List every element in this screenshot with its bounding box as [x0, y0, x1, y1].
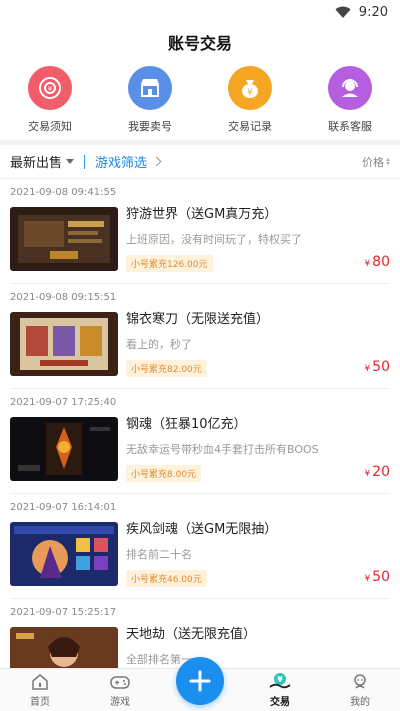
quick-action-label: 交易记录: [228, 120, 272, 133]
listing-item[interactable]: 2021-09-07 16:14:01 疾风剑魂（送GM无限抽） 排名前二十名 …: [10, 494, 390, 599]
quick-action-label: 联系客服: [328, 120, 372, 133]
listing-title: 狩游世界（送GM真万充）: [126, 207, 278, 222]
quick-action-sell[interactable]: 我要卖号: [105, 66, 195, 134]
gamepad-icon: [110, 676, 130, 689]
listing-title: 钢魂（狂暴10亿充）: [126, 417, 247, 432]
money-bag-icon: ¥: [228, 66, 272, 110]
sort-latest-dropdown[interactable]: 最新出售: [10, 152, 75, 171]
listing-date: 2021-09-08 09:15:51: [10, 292, 117, 303]
listing-thumbnail: [10, 417, 118, 481]
listing-date: 2021-09-08 09:41:55: [10, 187, 117, 198]
listing-item[interactable]: 2021-09-08 09:41:55 狩游世界（送GM真万充） 上班原因，没有…: [10, 179, 390, 284]
quick-action-label: 交易须知: [28, 120, 72, 133]
listing-thumbnail: [10, 312, 118, 376]
listing-title: 疾风剑魂（送GM无限抽）: [126, 522, 278, 537]
status-bar: 9:20: [0, 0, 400, 24]
tab-trade[interactable]: ¥ 交易: [240, 669, 320, 711]
listing-thumbnail: [10, 522, 118, 586]
listing-description: 全部排名第一: [126, 653, 192, 666]
sort-latest-label: 最新出售: [10, 156, 63, 171]
listing-description: 无敌幸运号带秒血4手套打击所有BOOS: [126, 443, 319, 456]
tab-label: 游戏: [110, 697, 130, 708]
shop-icon: [128, 66, 172, 110]
svg-text:¥: ¥: [277, 675, 283, 684]
listing-title: 锦衣寒刀（无限送充值）: [126, 312, 270, 327]
tab-label: 首页: [30, 697, 50, 708]
svg-text:¥: ¥: [247, 88, 253, 98]
add-listing-button[interactable]: [176, 657, 224, 705]
listing-item[interactable]: 2021-09-08 09:15:51 锦衣寒刀（无限送充值） 看上的，秒了 小…: [10, 284, 390, 389]
tab-label: 交易: [270, 697, 290, 708]
tab-label: 我的: [350, 697, 370, 708]
sort-icon: [386, 158, 390, 165]
tab-profile[interactable]: 我的: [320, 669, 400, 711]
recharge-badge: 小号累充82.00元: [126, 360, 207, 377]
svg-text:¥: ¥: [48, 85, 53, 93]
listing-price: ¥20: [364, 464, 390, 480]
listing-date: 2021-09-07 16:14:01: [10, 502, 117, 513]
chevron-right-icon: [151, 156, 162, 167]
listing-thumbnail: [10, 207, 118, 271]
quick-action-support[interactable]: 联系客服: [305, 66, 395, 134]
trade-icon: ¥: [269, 673, 291, 689]
profile-icon: [354, 674, 366, 689]
quick-action-notice[interactable]: ¥ 交易须知: [5, 66, 95, 134]
listing-description: 上班原因，没有时间玩了，特权买了: [126, 233, 302, 246]
listing-price: ¥50: [364, 569, 390, 585]
quick-action-records[interactable]: ¥ 交易记录: [205, 66, 295, 134]
recharge-badge: 小号累充46.00元: [126, 570, 207, 587]
recharge-badge: 小号累充8.00元: [126, 465, 202, 482]
listing-date: 2021-09-07 17:25:40: [10, 397, 117, 408]
caret-down-icon: [66, 159, 75, 164]
listing-item[interactable]: 2021-09-07 17:25:40 钢魂（狂暴10亿充） 无敌幸运号带秒血4…: [10, 389, 390, 494]
listing-price: ¥80: [364, 254, 390, 270]
listing-list: 2021-09-08 09:41:55 狩游世界（送GM真万充） 上班原因，没有…: [0, 179, 400, 704]
quick-action-label: 我要卖号: [128, 120, 172, 133]
divider: [84, 154, 86, 169]
quick-actions: ¥ 交易须知 我要卖号 ¥ 交易记录 联系客服: [0, 60, 400, 140]
recharge-badge: 小号累充126.00元: [126, 255, 213, 272]
tab-games[interactable]: 游戏: [80, 669, 160, 711]
filter-bar: 最新出售 游戏筛选 价格: [0, 145, 400, 179]
page-title: 账号交易: [167, 34, 232, 53]
home-icon: [32, 674, 48, 690]
wifi-icon: [335, 6, 351, 18]
tab-home[interactable]: 首页: [0, 669, 80, 711]
listing-title: 天地劫（送无限充值）: [126, 627, 257, 642]
game-filter-label: 游戏筛选: [95, 156, 148, 171]
notice-icon: ¥: [28, 66, 72, 110]
listing-price: ¥50: [364, 359, 390, 375]
customer-service-icon: [328, 66, 372, 110]
listing-date: 2021-09-07 15:25:17: [10, 607, 117, 618]
game-filter-button[interactable]: 游戏筛选: [95, 152, 162, 171]
plus-icon: [189, 670, 211, 692]
listing-description: 排名前二十名: [126, 548, 192, 561]
status-time: 9:20: [358, 4, 388, 20]
listing-description: 看上的，秒了: [126, 338, 192, 351]
price-sort-label: 价格: [362, 155, 384, 169]
price-sort-button[interactable]: 价格: [362, 154, 390, 170]
